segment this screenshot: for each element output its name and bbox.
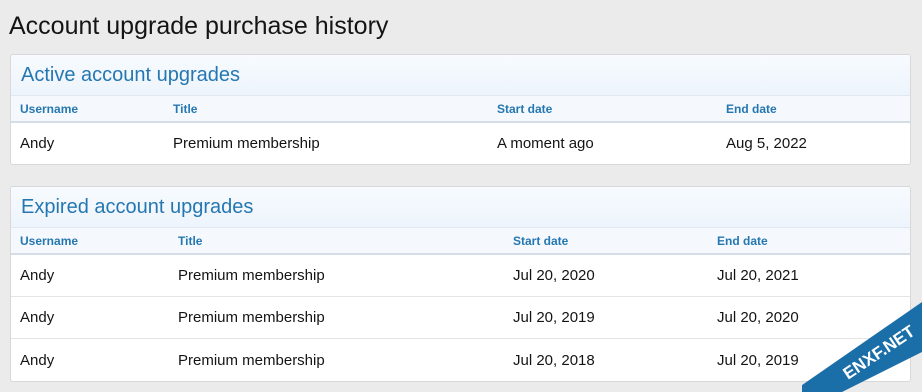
expired-upgrades-header: Expired account upgrades [11, 187, 910, 228]
active-upgrades-header: Active account upgrades [11, 55, 910, 96]
column-header-start-date: Start date [497, 101, 553, 116]
column-header-title: Title [178, 233, 203, 248]
watermark-ribbon: ENXF.NET [802, 272, 922, 392]
column-header-end-date: End date [726, 101, 777, 116]
expired-upgrades-panel: Expired account upgrades Username Title … [10, 186, 911, 382]
end-date-cell: Jul 20, 2020 [717, 309, 799, 326]
username-cell: Andy [20, 267, 55, 284]
active-upgrades-panel: Active account upgrades Username Title S… [10, 54, 911, 165]
start-date-cell: A moment ago [497, 135, 594, 152]
column-header-title: Title [173, 101, 198, 116]
column-header-start-date: Start date [513, 233, 569, 248]
upgrade-title-cell: Premium membership [178, 351, 325, 369]
upgrade-title-cell: Premium membership [178, 309, 325, 326]
watermark-graphic: ENXF.NET [802, 302, 922, 392]
column-header-username: Username [20, 101, 79, 116]
active-table-header: Username Title Start date End date [11, 96, 910, 123]
username-cell: Andy [20, 135, 55, 152]
table-row: Andy Premium membership A moment ago Aug… [11, 123, 910, 164]
expired-table-header: Username Title Start date End date [11, 228, 910, 255]
start-date-cell: Jul 20, 2020 [513, 267, 595, 284]
table-row: Andy Premium membership Jul 20, 2020 Jul… [11, 255, 910, 297]
expired-table-body: Andy Premium membership Jul 20, 2020 Jul… [11, 255, 910, 381]
upgrade-title-cell: Premium membership [178, 267, 325, 284]
column-header-end-date: End date [717, 233, 768, 248]
end-date-cell: Jul 20, 2019 [717, 351, 799, 369]
expired-upgrades-title: Expired account upgrades [21, 195, 254, 218]
active-upgrades-title: Active account upgrades [21, 63, 241, 86]
upgrade-title-cell: Premium membership [173, 135, 320, 152]
start-date-cell: Jul 20, 2019 [513, 309, 595, 326]
page-title: Account upgrade purchase history [9, 12, 389, 40]
table-row: Andy Premium membership Jul 20, 2019 Jul… [11, 297, 910, 339]
end-date-cell: Aug 5, 2022 [726, 135, 807, 152]
username-cell: Andy [20, 351, 55, 369]
end-date-cell: Jul 20, 2021 [717, 267, 799, 284]
username-cell: Andy [20, 309, 55, 326]
start-date-cell: Jul 20, 2018 [513, 351, 595, 369]
column-header-username: Username [20, 233, 79, 248]
table-row: Andy Premium membership Jul 20, 2018 Jul… [11, 339, 910, 381]
